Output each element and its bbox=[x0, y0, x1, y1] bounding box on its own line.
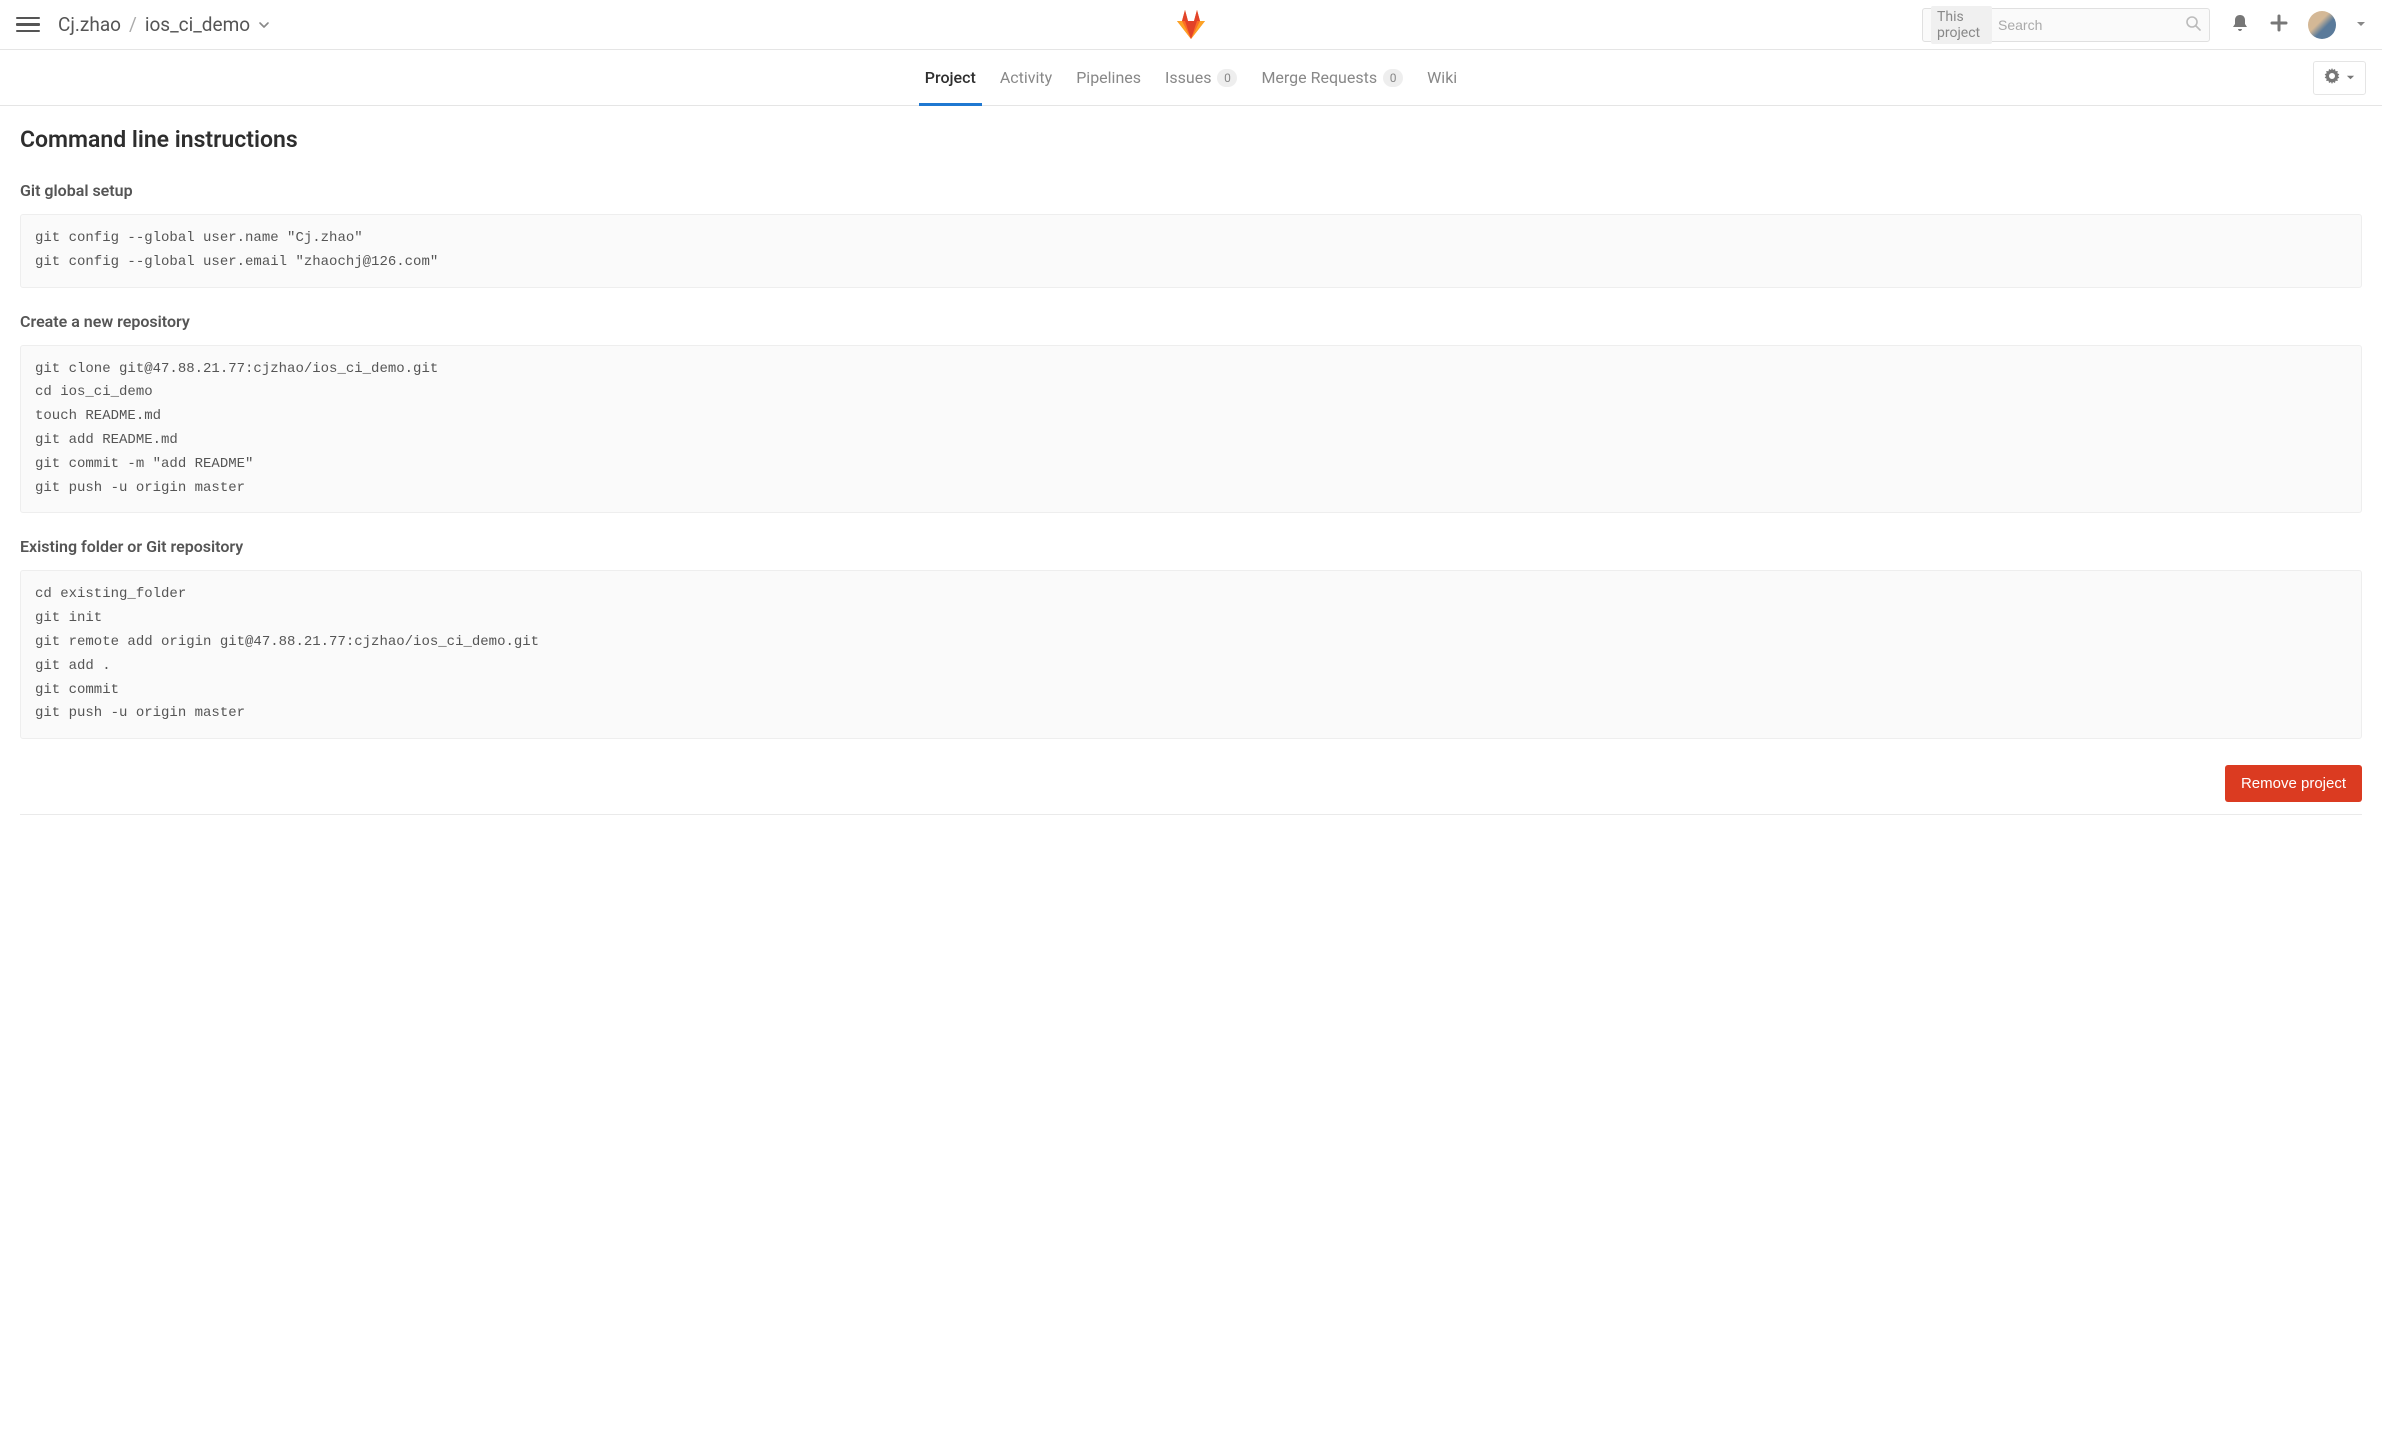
tab-issues[interactable]: Issues 0 bbox=[1165, 50, 1237, 105]
tab-label: Merge Requests bbox=[1261, 68, 1377, 87]
section-heading-git-setup: Git global setup bbox=[20, 181, 2362, 200]
search-box[interactable]: This project bbox=[1922, 8, 2210, 42]
issues-count-badge: 0 bbox=[1217, 69, 1237, 87]
subnav-tabs: Project Activity Pipelines Issues 0 Merg… bbox=[925, 50, 1457, 105]
remove-project-button[interactable]: Remove project bbox=[2225, 765, 2362, 802]
settings-dropdown-button[interactable] bbox=[2313, 61, 2366, 95]
gear-icon bbox=[2324, 68, 2340, 88]
chevron-down-icon bbox=[2346, 70, 2355, 86]
remove-row: Remove project bbox=[20, 765, 2362, 802]
tab-label: Issues bbox=[1165, 68, 1211, 87]
page-title: Command line instructions bbox=[20, 126, 2362, 153]
divider bbox=[20, 814, 2362, 815]
tab-merge-requests[interactable]: Merge Requests 0 bbox=[1261, 50, 1403, 105]
code-block-git-setup[interactable]: git config --global user.name "Cj.zhao" … bbox=[20, 214, 2362, 288]
gitlab-logo[interactable] bbox=[1173, 5, 1209, 45]
tab-pipelines[interactable]: Pipelines bbox=[1076, 50, 1141, 105]
main-content: Command line instructions Git global set… bbox=[0, 106, 2382, 855]
project-subnav: Project Activity Pipelines Issues 0 Merg… bbox=[0, 50, 2382, 106]
plus-icon[interactable] bbox=[2270, 14, 2288, 36]
section-heading-new-repo: Create a new repository bbox=[20, 312, 2362, 331]
breadcrumb-separator: / bbox=[129, 13, 137, 36]
notifications-icon[interactable] bbox=[2230, 13, 2250, 37]
tab-label: Pipelines bbox=[1076, 68, 1141, 87]
chevron-down-icon[interactable] bbox=[258, 13, 270, 36]
tab-project[interactable]: Project bbox=[925, 50, 976, 105]
mr-count-badge: 0 bbox=[1383, 69, 1403, 87]
search-icon[interactable] bbox=[2185, 15, 2201, 35]
app-header: Cj.zhao / ios_ci_demo This project bbox=[0, 0, 2382, 50]
breadcrumb-user-link[interactable]: Cj.zhao bbox=[58, 13, 121, 36]
avatar[interactable] bbox=[2308, 11, 2336, 39]
tab-label: Wiki bbox=[1427, 68, 1457, 87]
breadcrumb: Cj.zhao / ios_ci_demo bbox=[58, 13, 270, 36]
tab-label: Activity bbox=[1000, 68, 1052, 87]
code-block-existing[interactable]: cd existing_folder git init git remote a… bbox=[20, 570, 2362, 739]
breadcrumb-project-link[interactable]: ios_ci_demo bbox=[145, 13, 250, 36]
tab-wiki[interactable]: Wiki bbox=[1427, 50, 1457, 105]
search-input[interactable] bbox=[1998, 17, 2179, 33]
code-block-new-repo[interactable]: git clone git@47.88.21.77:cjzhao/ios_ci_… bbox=[20, 345, 2362, 514]
user-menu-chevron-down-icon[interactable] bbox=[2356, 17, 2366, 33]
header-right: This project bbox=[1922, 8, 2366, 42]
tab-activity[interactable]: Activity bbox=[1000, 50, 1052, 105]
tab-label: Project bbox=[925, 68, 976, 87]
menu-icon[interactable] bbox=[16, 13, 40, 37]
search-scope-badge: This project bbox=[1931, 6, 1992, 44]
section-heading-existing: Existing folder or Git repository bbox=[20, 537, 2362, 556]
